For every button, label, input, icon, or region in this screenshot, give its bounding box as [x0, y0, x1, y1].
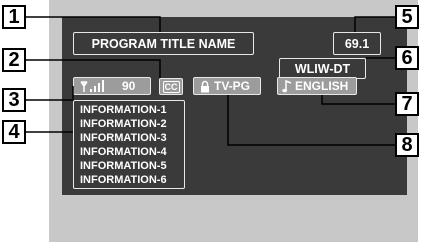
callout-7: 7: [395, 92, 419, 116]
callout-3: 3: [2, 88, 26, 112]
callout-2: 2: [2, 48, 26, 72]
callout-5: 5: [395, 5, 419, 29]
callout-1: 1: [2, 5, 26, 29]
callout-6: 6: [395, 46, 419, 70]
callout-4: 4: [2, 120, 26, 144]
callout-8: 8: [395, 133, 419, 157]
callout-leader-lines: [25, 16, 395, 146]
